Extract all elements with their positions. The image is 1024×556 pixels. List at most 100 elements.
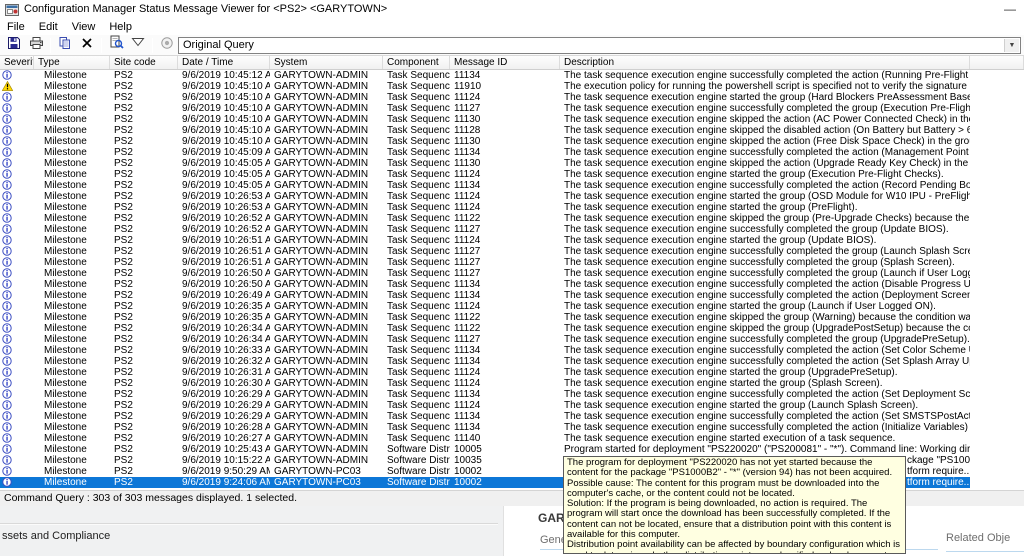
cell-message-id: 11134	[450, 180, 560, 191]
table-row[interactable]: MilestonePS29/6/2019 10:26:34 AMGARYTOWN…	[0, 334, 1024, 345]
info-icon	[0, 92, 34, 103]
print-button[interactable]	[25, 36, 47, 54]
table-row[interactable]: MilestonePS29/6/2019 10:26:35 AMGARYTOWN…	[0, 312, 1024, 323]
table-row[interactable]: MilestonePS29/6/2019 10:26:51 AMGARYTOWN…	[0, 246, 1024, 257]
cell-component: Task Sequence ...	[383, 356, 450, 367]
cell-message-id: 11124	[450, 169, 560, 180]
table-row[interactable]: MilestonePS29/6/2019 10:45:05 AMGARYTOWN…	[0, 169, 1024, 180]
cell-message-id: 10005	[450, 444, 560, 455]
list-header: SeverityTypeSite codeDate / TimeSystemCo…	[0, 56, 1024, 70]
column-header-system[interactable]: System	[270, 56, 383, 69]
info-icon	[0, 290, 34, 301]
cell-site-code: PS2	[110, 246, 178, 257]
cell-type: Milestone	[34, 257, 110, 268]
column-header-severity[interactable]: Severity	[0, 56, 34, 69]
cell-type: Milestone	[34, 125, 110, 136]
info-icon	[0, 455, 34, 466]
cell-site-code: PS2	[110, 224, 178, 235]
cell-system: GARYTOWN-ADMIN	[270, 202, 383, 213]
menu-edit[interactable]: Edit	[32, 20, 65, 34]
info-icon	[0, 334, 34, 345]
cell-filler	[970, 367, 1024, 378]
table-row[interactable]: MilestonePS29/6/2019 10:26:31 AMGARYTOWN…	[0, 367, 1024, 378]
column-header-component[interactable]: Component	[383, 56, 450, 69]
menu-file[interactable]: File	[0, 20, 32, 34]
table-row[interactable]: MilestonePS29/6/2019 10:26:50 AMGARYTOWN…	[0, 268, 1024, 279]
table-row[interactable]: MilestonePS29/6/2019 10:26:51 AMGARYTOWN…	[0, 235, 1024, 246]
menu-view[interactable]: View	[65, 20, 103, 34]
cell-date-time: 9/6/2019 10:45:10 AM	[178, 103, 270, 114]
table-row[interactable]: MilestonePS29/6/2019 10:45:09 AMGARYTOWN…	[0, 147, 1024, 158]
status-text: Command Query : 303 of 303 messages disp…	[4, 492, 297, 504]
filter-button[interactable]	[127, 36, 149, 54]
table-row[interactable]: MilestonePS29/6/2019 10:26:50 AMGARYTOWN…	[0, 279, 1024, 290]
copy-button[interactable]	[54, 36, 76, 54]
cell-date-time: 9/6/2019 10:45:10 AM	[178, 125, 270, 136]
menu-help[interactable]: Help	[102, 20, 139, 34]
cell-system: GARYTOWN-ADMIN	[270, 367, 383, 378]
info-icon	[0, 114, 34, 125]
save-button[interactable]	[3, 36, 25, 54]
info-icon	[0, 466, 34, 477]
cell-description: The task sequence execution engine succe…	[560, 180, 970, 191]
table-row[interactable]: MilestonePS29/6/2019 10:26:34 AMGARYTOWN…	[0, 323, 1024, 334]
refresh-query-button[interactable]	[105, 36, 127, 54]
column-header-date-time[interactable]: Date / Time	[178, 56, 270, 69]
table-row[interactable]: MilestonePS29/6/2019 10:26:30 AMGARYTOWN…	[0, 378, 1024, 389]
table-row[interactable]: MilestonePS29/6/2019 10:26:29 AMGARYTOWN…	[0, 411, 1024, 422]
table-row[interactable]: MilestonePS29/6/2019 10:26:51 AMGARYTOWN…	[0, 257, 1024, 268]
table-row[interactable]: MilestonePS29/6/2019 10:26:53 AMGARYTOWN…	[0, 202, 1024, 213]
cell-component: Task Sequence ...	[383, 103, 450, 114]
table-row[interactable]: MilestonePS29/6/2019 10:26:49 AMGARYTOWN…	[0, 290, 1024, 301]
query-combobox[interactable]: Original Query ▼	[178, 37, 1021, 54]
table-row[interactable]: MilestonePS29/6/2019 10:26:27 AMGARYTOWN…	[0, 433, 1024, 444]
column-header-description[interactable]: Description	[560, 56, 970, 69]
table-row[interactable]: MilestonePS29/6/2019 10:45:10 AMGARYTOWN…	[0, 92, 1024, 103]
table-row[interactable]: MilestonePS29/6/2019 10:45:12 AMGARYTOWN…	[0, 70, 1024, 81]
table-row[interactable]: MilestonePS29/6/2019 10:26:52 AMGARYTOWN…	[0, 213, 1024, 224]
minimize-button[interactable]: —	[1004, 2, 1016, 16]
table-row[interactable]: MilestonePS29/6/2019 10:45:10 AMGARYTOWN…	[0, 103, 1024, 114]
delete-button[interactable]	[76, 36, 98, 54]
info-icon	[0, 235, 34, 246]
cell-type: Milestone	[34, 224, 110, 235]
cell-message-id: 11910	[450, 81, 560, 92]
sidebar-item-assets-and-compliance[interactable]: ssets and Compliance	[2, 530, 110, 542]
column-header-filler[interactable]	[970, 56, 1024, 69]
table-row[interactable]: MilestonePS29/6/2019 10:26:32 AMGARYTOWN…	[0, 356, 1024, 367]
cell-description: The task sequence execution engine succe…	[560, 268, 970, 279]
table-row[interactable]: MilestonePS29/6/2019 10:45:05 AMGARYTOWN…	[0, 158, 1024, 169]
cell-description: The task sequence execution engine succe…	[560, 147, 970, 158]
cell-description: The task sequence execution engine start…	[560, 92, 970, 103]
table-row[interactable]: MilestonePS29/6/2019 10:45:10 AMGARYTOWN…	[0, 81, 1024, 92]
cell-type: Milestone	[34, 312, 110, 323]
cell-type: Milestone	[34, 444, 110, 455]
cell-component: Task Sequence ...	[383, 268, 450, 279]
cell-date-time: 9/6/2019 10:26:35 AM	[178, 312, 270, 323]
cell-message-id: 11134	[450, 290, 560, 301]
chevron-down-icon[interactable]: ▼	[1004, 39, 1019, 52]
table-row[interactable]: MilestonePS29/6/2019 10:26:35 AMGARYTOWN…	[0, 301, 1024, 312]
cell-site-code: PS2	[110, 169, 178, 180]
cell-component: Task Sequence ...	[383, 400, 450, 411]
cell-system: GARYTOWN-ADMIN	[270, 235, 383, 246]
table-row[interactable]: MilestonePS29/6/2019 10:26:52 AMGARYTOWN…	[0, 224, 1024, 235]
table-row[interactable]: MilestonePS29/6/2019 10:26:28 AMGARYTOWN…	[0, 422, 1024, 433]
table-row[interactable]: MilestonePS29/6/2019 10:45:10 AMGARYTOWN…	[0, 114, 1024, 125]
cell-message-id: 11124	[450, 378, 560, 389]
column-header-message-id[interactable]: Message ID	[450, 56, 560, 69]
table-row[interactable]: MilestonePS29/6/2019 10:45:10 AMGARYTOWN…	[0, 136, 1024, 147]
cell-date-time: 9/6/2019 10:45:12 AM	[178, 70, 270, 81]
cell-message-id: 11134	[450, 345, 560, 356]
column-header-site-code[interactable]: Site code	[110, 56, 178, 69]
table-row[interactable]: MilestonePS29/6/2019 10:25:43 AMGARYTOWN…	[0, 444, 1024, 455]
table-row[interactable]: MilestonePS29/6/2019 10:26:53 AMGARYTOWN…	[0, 191, 1024, 202]
cell-component: Task Sequence ...	[383, 202, 450, 213]
table-row[interactable]: MilestonePS29/6/2019 10:26:29 AMGARYTOWN…	[0, 389, 1024, 400]
table-row[interactable]: MilestonePS29/6/2019 10:45:10 AMGARYTOWN…	[0, 125, 1024, 136]
table-row[interactable]: MilestonePS29/6/2019 10:26:29 AMGARYTOWN…	[0, 400, 1024, 411]
column-header-type[interactable]: Type	[34, 56, 110, 69]
table-row[interactable]: MilestonePS29/6/2019 10:45:05 AMGARYTOWN…	[0, 180, 1024, 191]
record-button[interactable]	[156, 36, 178, 54]
table-row[interactable]: MilestonePS29/6/2019 10:26:33 AMGARYTOWN…	[0, 345, 1024, 356]
